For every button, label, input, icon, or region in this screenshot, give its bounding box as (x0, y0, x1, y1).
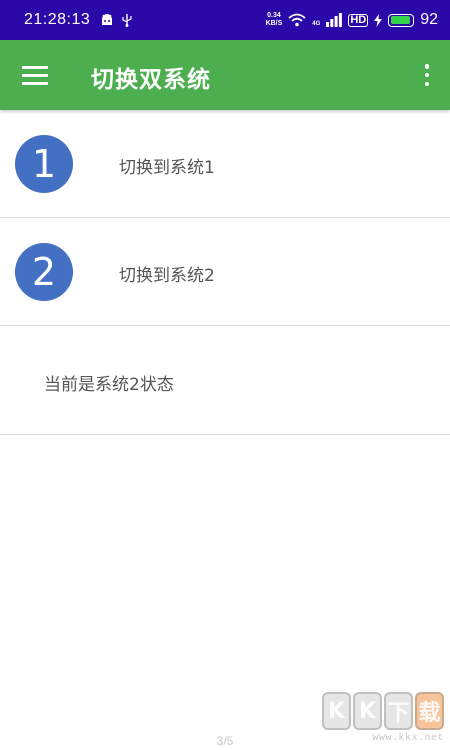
watermark-letter: 载 (415, 692, 444, 730)
number-badge-2: 2 (15, 243, 73, 301)
overflow-menu-button[interactable] (422, 62, 432, 88)
status-time: 21:28:13 (24, 11, 91, 28)
switch-to-system-1-item[interactable]: 1 切换到系统1 (0, 110, 450, 218)
watermark-logo: K K 下 载 (314, 692, 444, 730)
battery-fill (390, 16, 411, 24)
net-speed-unit: KB/S (265, 20, 283, 27)
switch-to-system-2-item[interactable]: 2 切换到系统2 (0, 218, 450, 326)
hd-voice-badge: HD (348, 13, 369, 27)
watermark-letter: 下 (384, 692, 413, 730)
hamburger-menu-icon (22, 66, 48, 85)
app-bar: 切换双系统 (0, 40, 450, 110)
usb-icon (122, 14, 132, 27)
battery-icon (388, 13, 415, 27)
watermark: K K 下 载 www.kkx.net (314, 692, 444, 748)
wifi-icon (288, 13, 306, 27)
status-system-icons: 0.34 KB/S 4G HD 92 (266, 11, 438, 29)
menu-button[interactable] (22, 66, 48, 86)
net-speed: 0.34 KB/S (266, 12, 283, 28)
watermark-url: www.kkx.net (372, 733, 444, 744)
more-vertical-icon (424, 64, 430, 69)
battery-level: 92 (420, 11, 438, 28)
system-switch-list: 1 切换到系统1 2 切换到系统2 当前是系统2状态 (0, 110, 450, 435)
current-system-status-row: 当前是系统2状态 (0, 326, 450, 435)
android-robot-icon (102, 14, 113, 25)
page-title: 切换双系统 (91, 67, 211, 93)
list-item-label: 切换到系统1 (119, 158, 215, 178)
charging-bolt-icon (374, 13, 383, 27)
list-item-label: 切换到系统2 (119, 266, 215, 286)
signal-strength-icon (326, 13, 343, 27)
watermark-letter: K (322, 692, 351, 730)
watermark-letter: K (353, 692, 382, 730)
network-type: 4G (312, 21, 321, 27)
number-badge-1: 1 (15, 135, 73, 193)
current-system-status: 当前是系统2状态 (44, 375, 174, 395)
status-bar: 21:28:13 0.34 KB/S 4G HD 92 (0, 0, 450, 40)
status-notification-icons (100, 13, 132, 27)
net-speed-value: 0.34 (267, 12, 281, 19)
